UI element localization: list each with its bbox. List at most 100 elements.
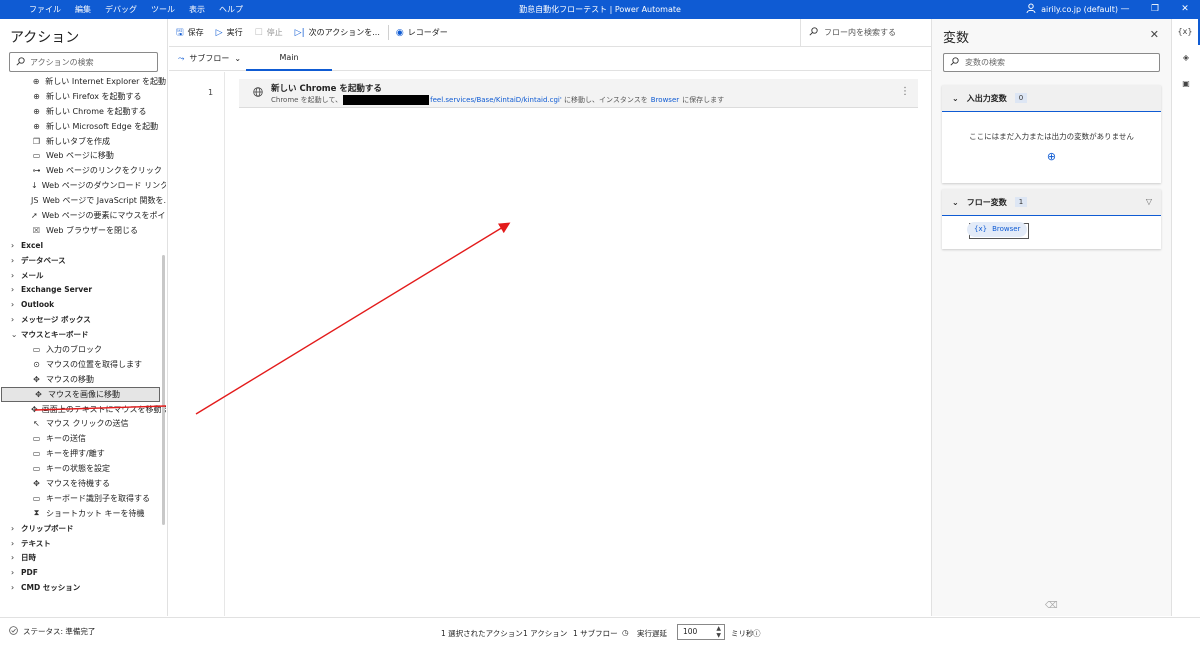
maximize-button[interactable]: ❐ bbox=[1140, 0, 1170, 19]
keyboard-icon: ▭ bbox=[32, 449, 41, 459]
io-variables-header[interactable]: ⌄ 入出力変数 0 bbox=[942, 85, 1161, 112]
action-item[interactable]: ✥ マウスの移動 bbox=[0, 372, 166, 387]
action-category[interactable]: ⌄ マウスとキーボード bbox=[0, 327, 166, 342]
action-category[interactable]: › データベース bbox=[0, 253, 166, 268]
action-label: マウスの位置を取得します bbox=[46, 359, 142, 369]
action-label: クリップボード bbox=[21, 523, 74, 533]
globe-icon: ⊕ bbox=[33, 91, 40, 101]
action-category[interactable]: › CMD セッション bbox=[0, 580, 166, 595]
move-icon: ✥ bbox=[33, 478, 40, 488]
action-item[interactable]: JS Web ページで JavaScript 関数を... bbox=[0, 193, 166, 208]
action-category[interactable]: › 日時 bbox=[0, 551, 166, 566]
delay-stepper[interactable]: 100 ▲ ▼ bbox=[677, 624, 725, 640]
action-item-selected[interactable]: ✥ マウスを画像に移動 bbox=[1, 386, 160, 402]
chevron-down-icon: ⌄ bbox=[11, 330, 18, 340]
close-icon[interactable]: ✕ bbox=[1150, 28, 1159, 41]
action-item[interactable]: ❐ 新しいタブを作成 bbox=[0, 134, 166, 149]
filter-icon[interactable]: ▽ bbox=[1146, 197, 1152, 206]
stop-button[interactable]: ☐ 停止 bbox=[255, 27, 283, 38]
action-item[interactable]: ▭ 入力のブロック bbox=[0, 342, 166, 357]
action-item[interactable]: ⊕ 新しい Microsoft Edge を起動 bbox=[0, 119, 166, 134]
tab-main[interactable]: Main bbox=[246, 47, 332, 71]
actions-search-input[interactable]: アクションの検索 bbox=[9, 52, 158, 72]
menu-help[interactable]: ヘルプ bbox=[212, 4, 250, 15]
close-window-button[interactable]: ✕ bbox=[1170, 0, 1200, 19]
action-item[interactable]: ✥ マウスを待機する bbox=[0, 476, 166, 491]
eraser-icon[interactable]: ⌫ bbox=[1045, 601, 1058, 611]
flow-search-placeholder: フロー内を検索する bbox=[824, 28, 896, 37]
action-category[interactable]: › Exchange Server bbox=[0, 282, 166, 297]
variables-search-placeholder: 変数の検索 bbox=[965, 58, 1005, 67]
flow-canvas[interactable]: 1 新しい Chrome を起動する Chrome を起動して、 feel.ser… bbox=[169, 72, 931, 616]
menu-edit[interactable]: 編集 bbox=[68, 4, 98, 15]
flow-variables-header[interactable]: ⌄ フロー変数 1 bbox=[942, 189, 1161, 216]
menu-tools[interactable]: ツール bbox=[144, 4, 182, 15]
minimize-button[interactable]: — bbox=[1110, 0, 1140, 19]
action-item[interactable]: ▭ キーを押す/離す bbox=[0, 446, 166, 461]
action-category[interactable]: › Outlook bbox=[0, 297, 166, 312]
menu-debug[interactable]: デバッグ bbox=[98, 4, 144, 15]
action-item[interactable]: ➚Web ページの要素にマウスをポイント bbox=[0, 208, 166, 223]
action-item[interactable]: ⊕ 新しい Chrome を起動する bbox=[0, 104, 166, 119]
action-item[interactable]: ⧗ ショートカット キーを待機 bbox=[0, 506, 166, 521]
menu-file[interactable]: ファイル bbox=[22, 4, 68, 15]
account-switcher[interactable]: airily.co.jp (default) bbox=[1026, 3, 1118, 15]
action-label: Web ページのリンクをクリック bbox=[46, 166, 162, 176]
action-category[interactable]: › メール bbox=[0, 268, 166, 283]
download-icon: ↓ bbox=[31, 181, 38, 191]
delay-unit: ミリ秒 bbox=[731, 629, 754, 638]
more-options-icon[interactable]: ⋮ bbox=[900, 86, 910, 97]
action-category[interactable]: › Excel bbox=[0, 238, 166, 253]
step-desc-prefix: Chrome を起動して、 bbox=[271, 96, 343, 104]
action-item[interactable]: ✥ 画面上のテキストにマウスを移動す... bbox=[0, 402, 166, 417]
stepper-arrows-icon[interactable]: ▲ ▼ bbox=[716, 625, 721, 639]
keyboard-icon: ▭ bbox=[32, 464, 41, 474]
globe-icon: ⊕ bbox=[33, 121, 40, 131]
image-icon[interactable]: ▣ bbox=[1172, 71, 1200, 97]
flow-search-input[interactable]: フロー内を検索する bbox=[800, 19, 931, 46]
action-item[interactable]: ▭ キーボード識別子を取得する bbox=[0, 491, 166, 506]
flow-variables-count: 1 bbox=[1014, 197, 1028, 207]
chevron-right-icon: › bbox=[11, 255, 15, 265]
action-category[interactable]: › PDF bbox=[0, 565, 166, 580]
actions-scrollbar[interactable] bbox=[162, 255, 165, 525]
action-item[interactable]: ⊕ 新しい Firefox を起動する bbox=[0, 89, 166, 104]
subflow-dropdown[interactable]: ⤳ サブフロー ⌄ bbox=[178, 53, 244, 64]
chevron-right-icon: › bbox=[11, 538, 15, 548]
layers-icon[interactable]: ◈ bbox=[1172, 45, 1200, 71]
action-category[interactable]: › メッセージ ボックス bbox=[0, 312, 166, 327]
action-label: 日時 bbox=[21, 553, 36, 563]
recorder-button[interactable]: ◉ レコーダー bbox=[396, 27, 448, 38]
io-variables-count: 0 bbox=[1014, 93, 1028, 103]
add-io-variable-button[interactable]: ⊕ bbox=[942, 150, 1161, 163]
line-number: 1 bbox=[208, 88, 214, 97]
js-icon: JS bbox=[31, 196, 39, 206]
action-item[interactable]: ↓Web ページのダウンロード リンクをク... bbox=[0, 178, 166, 193]
action-label: メール bbox=[21, 270, 44, 280]
action-item[interactable]: ⊙ マウスの位置を取得します bbox=[0, 357, 166, 372]
info-icon[interactable]: ⓘ bbox=[753, 628, 761, 639]
action-item[interactable]: ↖ マウス クリックの送信 bbox=[0, 416, 166, 431]
action-item[interactable]: ⊕ 新しい Internet Explorer を起動 bbox=[0, 74, 166, 89]
action-item[interactable]: ▭ キーの送信 bbox=[0, 431, 166, 446]
action-category[interactable]: › テキスト bbox=[0, 536, 166, 551]
variable-chip-browser[interactable]: {x} Browser bbox=[967, 222, 1028, 237]
action-item[interactable]: ⊶ Web ページのリンクをクリック bbox=[0, 163, 166, 178]
run-button[interactable]: ▷ 実行 bbox=[216, 27, 243, 38]
save-button[interactable]: 🖫 保存 bbox=[176, 25, 204, 41]
line-gutter bbox=[169, 72, 225, 616]
new-tab-icon: ❐ bbox=[32, 136, 41, 146]
action-category[interactable]: › クリップボード bbox=[0, 521, 166, 536]
action-item[interactable]: ☒ Web ブラウザーを閉じる bbox=[0, 223, 166, 238]
run-next-action-button[interactable]: ▷| 次のアクションを... bbox=[295, 27, 380, 38]
menu-view[interactable]: 表示 bbox=[182, 4, 212, 15]
chevron-right-icon: › bbox=[11, 270, 15, 280]
account-icon bbox=[1026, 3, 1036, 15]
chevron-right-icon: › bbox=[11, 568, 15, 578]
variables-search-input[interactable]: 変数の検索 bbox=[943, 53, 1160, 72]
action-item[interactable]: ▭ キーの状態を設定 bbox=[0, 461, 166, 476]
variables-rail-icon[interactable]: {x} bbox=[1172, 19, 1200, 45]
subflow-icon: ⤳ bbox=[178, 53, 185, 63]
action-item[interactable]: ▭ Web ページに移動 bbox=[0, 148, 166, 163]
flow-step-launch-chrome[interactable]: 新しい Chrome を起動する Chrome を起動して、 feel.servi… bbox=[239, 79, 918, 108]
